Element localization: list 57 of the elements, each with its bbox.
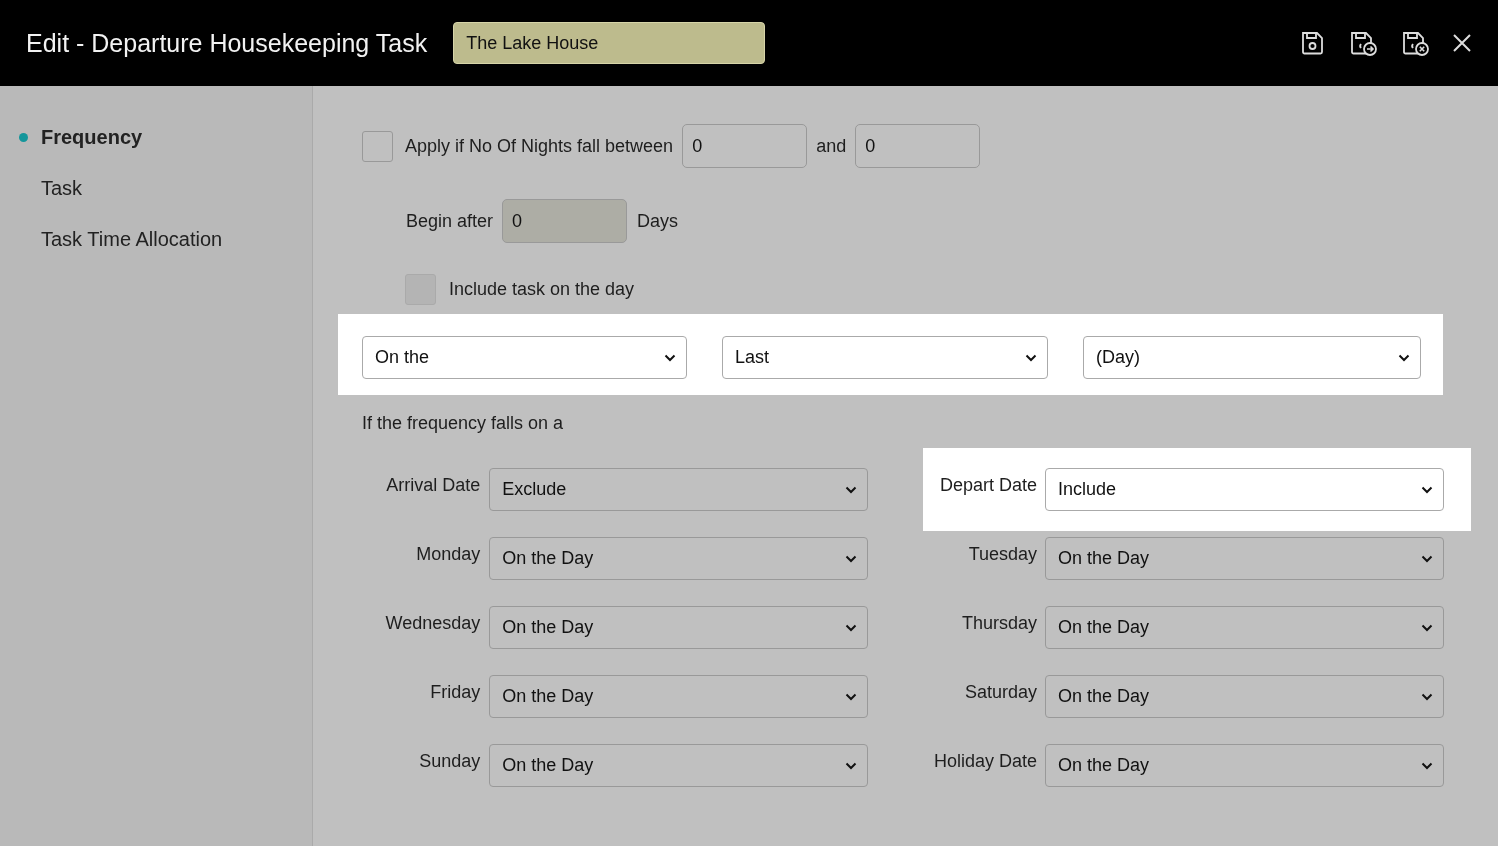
chevron-down-icon [845, 623, 857, 632]
dropdown[interactable]: On the Day [489, 537, 868, 580]
chevron-down-icon [1421, 692, 1433, 701]
field-label: Sunday [418, 751, 481, 772]
dropdown[interactable]: Include [1045, 468, 1444, 511]
dropdown[interactable]: On the [362, 336, 687, 379]
dropdown[interactable]: On the Day [1045, 606, 1444, 649]
nights-label: Apply if No Of Nights fall between [405, 135, 674, 157]
checkbox[interactable] [362, 130, 393, 162]
property-field[interactable]: The Lake House [453, 22, 766, 64]
floppy-disk-x-icon [1400, 29, 1430, 57]
field-label: Thursday [960, 613, 1037, 634]
field-label: Saturday [963, 682, 1037, 703]
include-label: Include task on the day [449, 279, 635, 300]
dropdown[interactable]: Last [722, 336, 1048, 379]
dropdown[interactable]: Exclude [489, 468, 868, 511]
chevron-down-icon [664, 353, 676, 362]
input-field[interactable]: 0 [855, 124, 981, 168]
and-label: and [816, 135, 847, 157]
chevron-down-icon [1421, 554, 1433, 563]
chevron-down-icon [845, 485, 857, 494]
frequency-falls-label: If the frequency falls on a [362, 413, 565, 434]
chevron-down-icon [1398, 353, 1410, 362]
sidebar-item[interactable]: Task [0, 163, 312, 214]
close-icon [1452, 33, 1472, 53]
dropdown[interactable]: On the Day [1045, 744, 1444, 787]
sidebar-item[interactable]: Frequency [0, 112, 312, 163]
save-and-close-button[interactable] [1400, 29, 1430, 57]
chevron-down-icon [845, 554, 857, 563]
begin-after-label: Begin after [406, 210, 494, 232]
days-label: Days [637, 210, 679, 232]
window-title: Edit - Departure Housekeeping Task [26, 28, 428, 58]
dropdown[interactable]: On the Day [489, 675, 868, 718]
dropdown[interactable]: (Day) [1083, 336, 1421, 379]
chevron-down-icon [845, 761, 857, 770]
save-and-continue-button[interactable] [1348, 29, 1378, 57]
field-label: Wednesday [384, 613, 481, 634]
input-field[interactable]: 0 [682, 124, 808, 168]
chevron-down-icon [1421, 623, 1433, 632]
field-label: Monday [415, 544, 481, 565]
floppy-disk-arrow-icon [1348, 29, 1378, 57]
chevron-down-icon [1421, 761, 1433, 770]
save-button[interactable] [1299, 29, 1326, 57]
field-label: Friday [429, 682, 481, 703]
dropdown[interactable]: On the Day [1045, 537, 1444, 580]
dropdown[interactable]: On the Day [1045, 675, 1444, 718]
chevron-down-icon [845, 692, 857, 701]
field-label: Depart Date [938, 475, 1037, 496]
dropdown[interactable]: On the Day [489, 744, 868, 787]
close-button[interactable] [1452, 33, 1472, 53]
field-label: Tuesday [967, 544, 1037, 565]
chevron-down-icon [1025, 353, 1037, 362]
dropdown[interactable]: On the Day [489, 606, 868, 649]
field-label: Holiday Date [932, 751, 1037, 772]
field-label: Arrival Date [385, 475, 481, 496]
sidebar-item[interactable]: Task Time Allocation [0, 214, 312, 265]
chevron-down-icon [1421, 485, 1433, 494]
